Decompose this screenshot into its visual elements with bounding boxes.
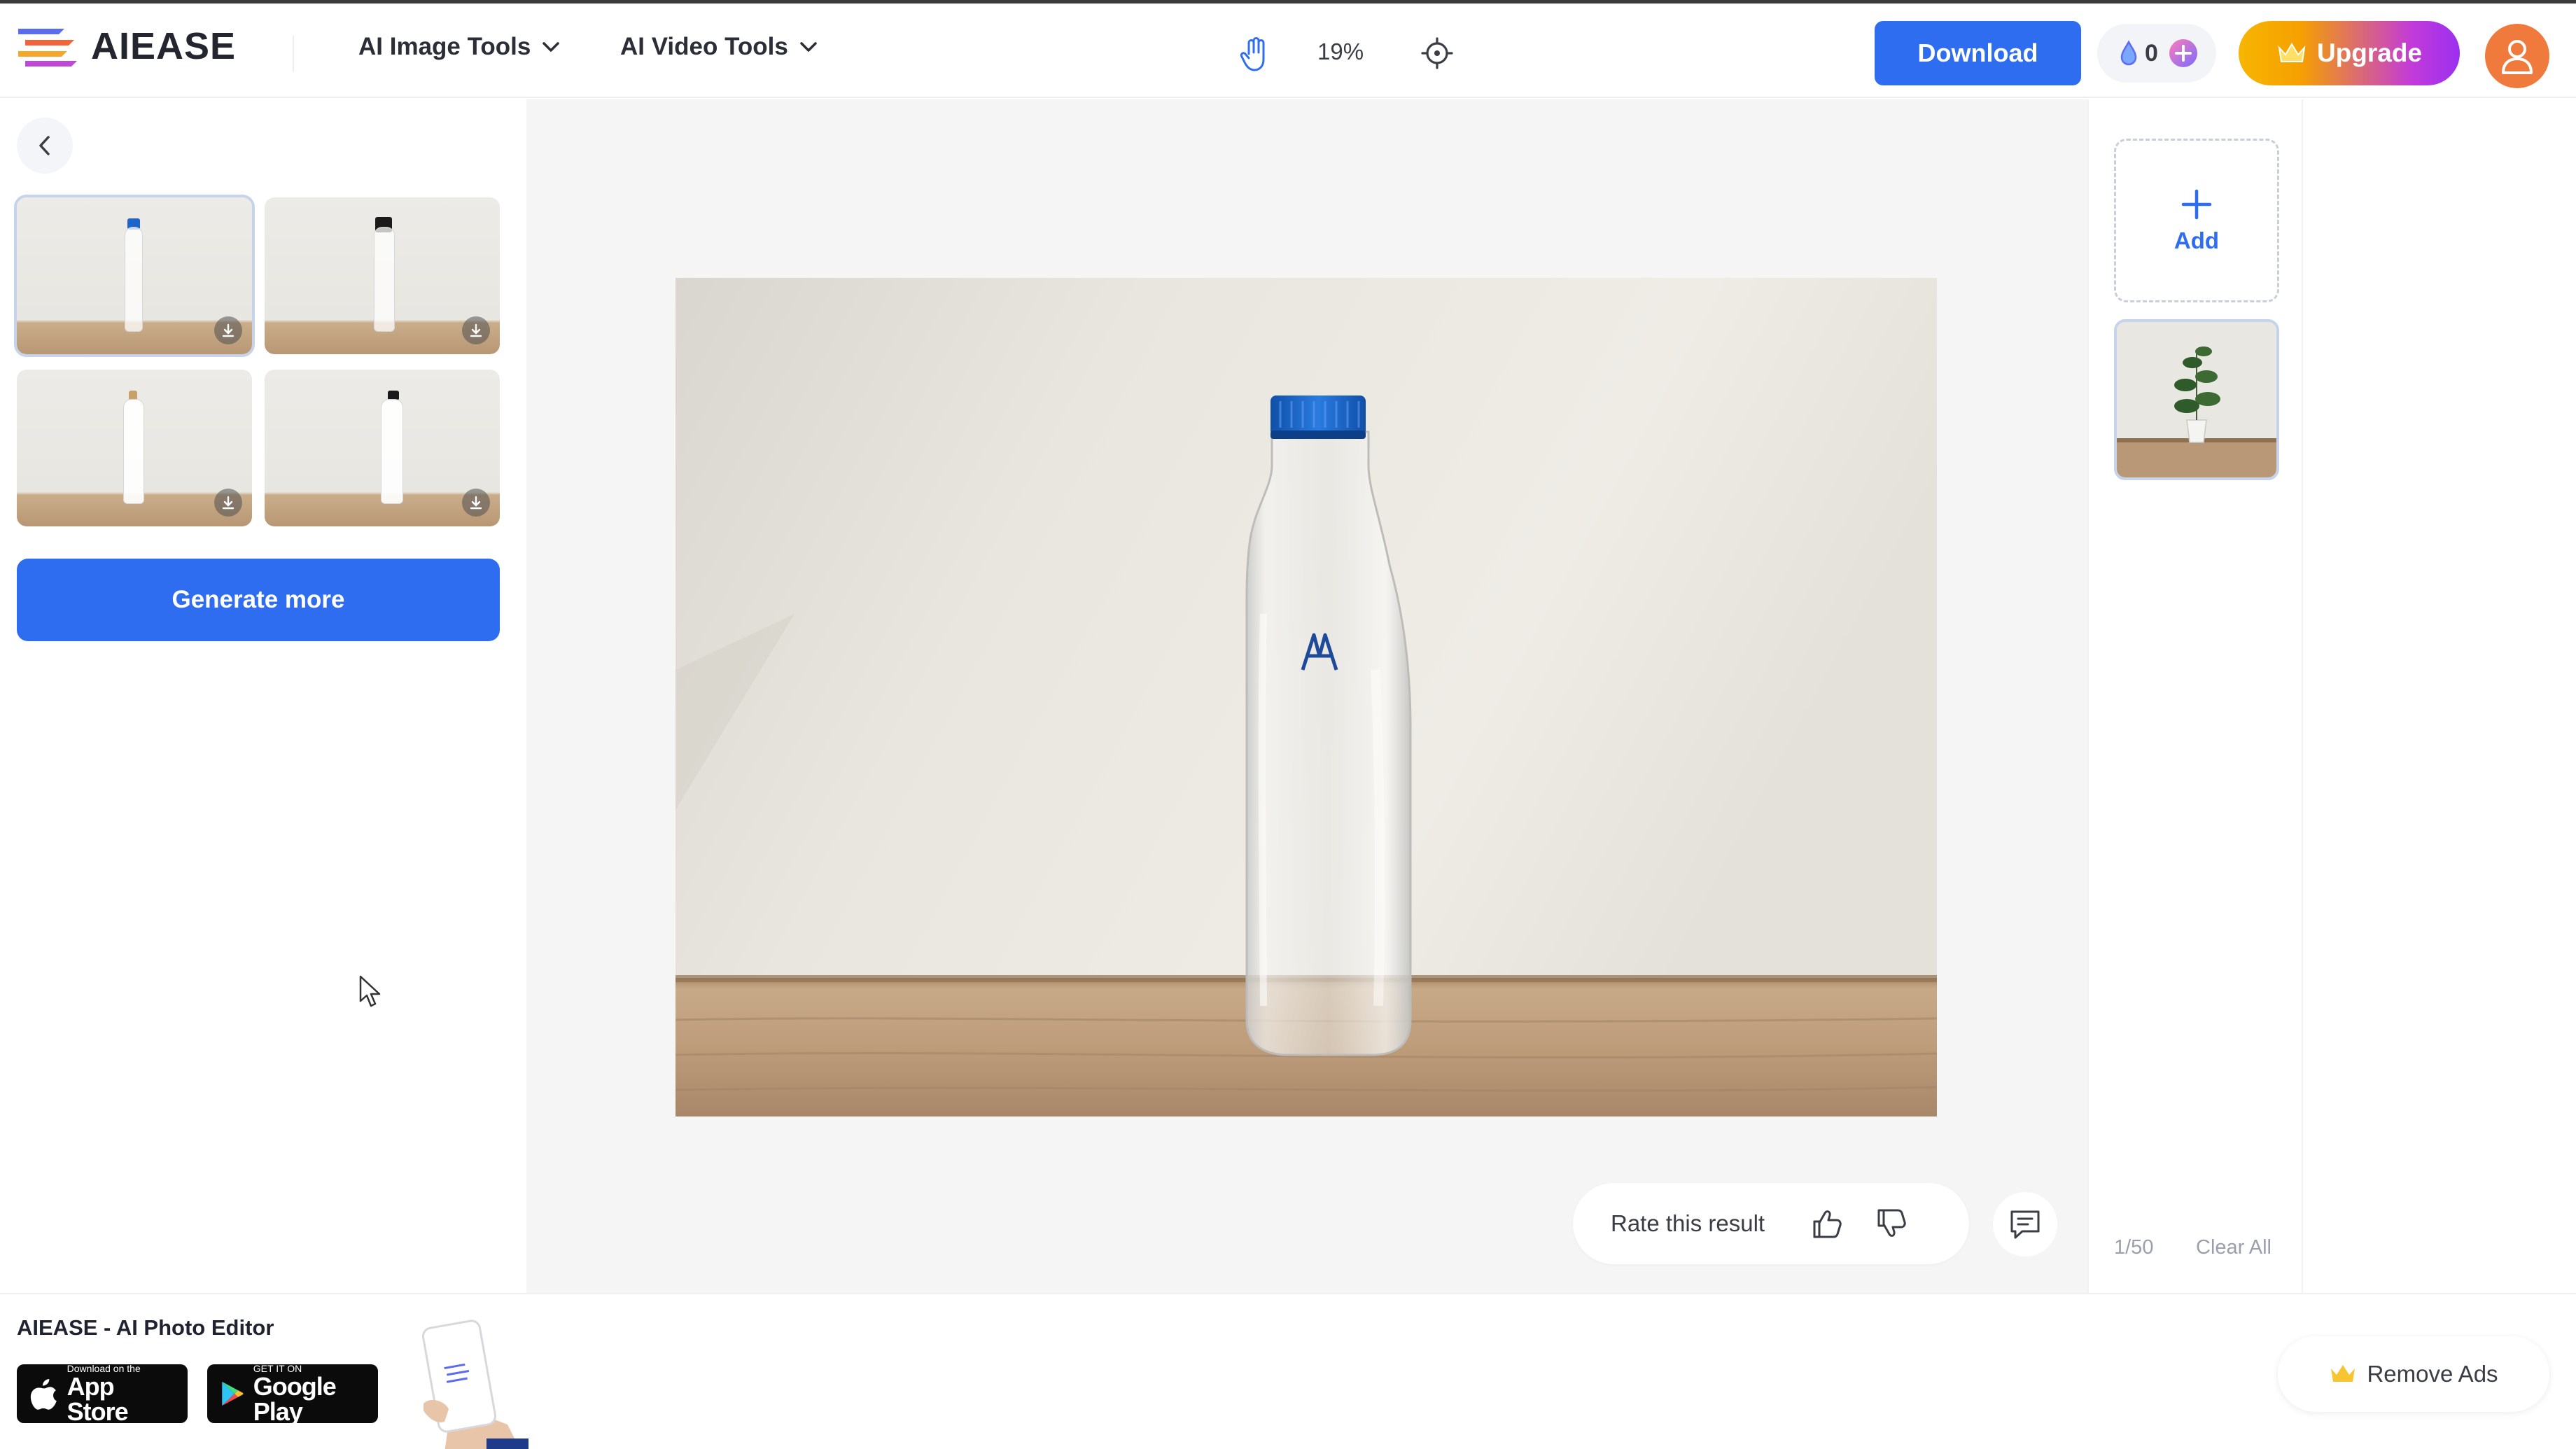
avatar[interactable] xyxy=(2485,24,2549,88)
add-credits-icon[interactable] xyxy=(2168,38,2199,69)
google-play-button[interactable]: GET IT ON Google Play xyxy=(207,1363,378,1424)
back-button[interactable] xyxy=(17,118,73,174)
app-store-button[interactable]: Download on the App Store xyxy=(17,1363,188,1424)
zoom-level[interactable]: 19% xyxy=(1317,38,1364,65)
download-icon xyxy=(222,496,234,510)
download-icon xyxy=(470,496,482,510)
remove-ads-label: Remove Ads xyxy=(2367,1361,2498,1387)
hand-icon[interactable] xyxy=(1239,37,1270,72)
download-icon xyxy=(222,323,234,337)
mouse-cursor-icon xyxy=(359,975,381,1007)
crown-icon xyxy=(2278,43,2306,62)
download-icon xyxy=(470,323,482,337)
generate-more-button[interactable]: Generate more xyxy=(17,559,500,641)
nav-label: AI Image Tools xyxy=(358,33,531,60)
chevron-down-icon xyxy=(800,42,817,52)
credits-count: 0 xyxy=(2145,39,2158,66)
google-play-text: GET IT ON Google Play xyxy=(253,1363,365,1424)
app-promo-bar: AIEASE - AI Photo Editor Download on the… xyxy=(0,1293,2576,1449)
download-thumbnail-button[interactable] xyxy=(462,489,490,517)
rate-label: Rate this result xyxy=(1611,1210,1765,1236)
header-divider xyxy=(293,36,294,72)
upgrade-button[interactable]: Upgrade xyxy=(2239,21,2460,85)
apple-icon xyxy=(30,1379,57,1410)
promo-title: AIEASE - AI Photo Editor xyxy=(17,1315,274,1340)
clear-all-button[interactable]: Clear All xyxy=(2196,1236,2272,1259)
crown-icon xyxy=(2331,1365,2356,1382)
uploaded-image-thumbnail[interactable] xyxy=(2114,319,2279,480)
add-image-button[interactable]: Add xyxy=(2114,139,2279,302)
plus-icon xyxy=(2181,189,2212,220)
remove-ads-button[interactable]: Remove Ads xyxy=(2278,1336,2549,1412)
plant-image xyxy=(2117,322,2276,477)
app-root: AIEASE AI Image Tools AI Video Tools 19%… xyxy=(0,0,2576,1449)
feedback-button[interactable] xyxy=(1993,1192,2057,1256)
chevron-left-icon xyxy=(39,136,50,155)
download-button[interactable]: Download xyxy=(1875,21,2081,85)
page-count: 1/50 xyxy=(2114,1236,2154,1259)
logo[interactable]: AIEASE xyxy=(15,24,236,68)
result-thumbnail-2[interactable] xyxy=(265,197,500,354)
app-store-big: App Store xyxy=(66,1372,129,1426)
logo-icon xyxy=(18,29,77,66)
download-thumbnail-button[interactable] xyxy=(214,489,242,517)
nav-ai-image-tools[interactable]: AI Image Tools xyxy=(358,33,560,61)
download-thumbnail-button[interactable] xyxy=(214,316,242,344)
nav-ai-video-tools[interactable]: AI Video Tools xyxy=(620,33,818,61)
download-thumbnail-button[interactable] xyxy=(462,316,490,344)
bottle-shape xyxy=(374,227,395,332)
header: AIEASE AI Image Tools AI Video Tools 19%… xyxy=(0,4,2576,98)
uploads-panel: Add 1/50 Clear All xyxy=(2087,99,2303,1293)
results-panel: Generate more xyxy=(0,99,526,1293)
chat-icon xyxy=(2010,1210,2040,1239)
result-thumbnail-3[interactable] xyxy=(17,370,252,526)
credit-drop-icon xyxy=(2120,40,2137,66)
upgrade-label: Upgrade xyxy=(2316,38,2423,67)
chevron-down-icon xyxy=(542,42,560,52)
bottle-shape xyxy=(125,227,143,332)
generated-image-render xyxy=(676,278,1937,1116)
credits-pill[interactable]: 0 xyxy=(2097,24,2216,83)
thumbs-up-icon[interactable] xyxy=(1811,1208,1843,1240)
result-thumbnail-1[interactable] xyxy=(14,195,255,357)
thumbs-down-icon[interactable] xyxy=(1875,1208,1907,1240)
google-play-icon xyxy=(222,1381,244,1406)
result-thumbnail-4[interactable] xyxy=(265,370,500,526)
generated-image[interactable] xyxy=(676,278,1937,1116)
crosshair-icon[interactable] xyxy=(1421,37,1453,69)
bottle-shape xyxy=(123,399,144,504)
rate-result-bar: Rate this result xyxy=(1573,1183,1969,1264)
logo-text: AIEASE xyxy=(91,25,237,67)
bottle-shape xyxy=(381,399,403,504)
editor-canvas: Rate this result xyxy=(526,99,2087,1293)
google-play-big: Google Play xyxy=(253,1372,337,1426)
nav-label: AI Video Tools xyxy=(620,33,788,60)
app-store-text: Download on the App Store xyxy=(67,1363,175,1424)
phone-illustration-icon xyxy=(422,1320,528,1449)
user-icon xyxy=(2502,40,2533,74)
add-label: Add xyxy=(2174,227,2220,253)
